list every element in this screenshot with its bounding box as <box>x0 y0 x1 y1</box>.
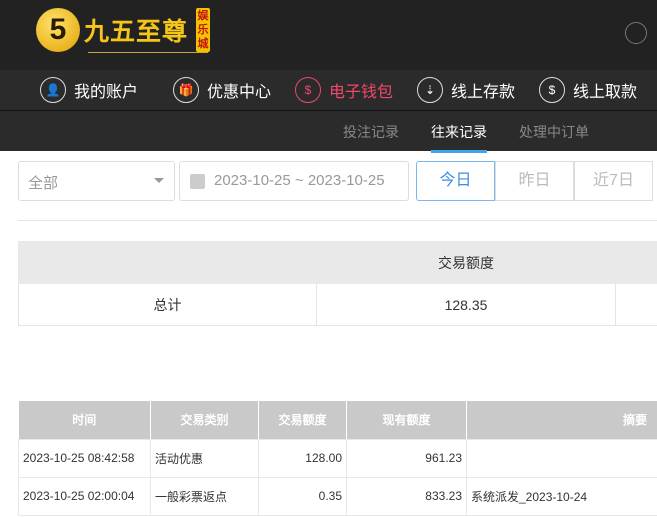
logo-name: 九五至尊 <box>84 18 189 46</box>
date-range-input[interactable]: 2023-10-25 ~ 2023-10-25 <box>179 161 409 201</box>
cell-balance: 833.23 <box>346 476 467 516</box>
summary-header: 交易额度 <box>316 241 616 284</box>
cell-type: 一般彩票返点 <box>150 476 259 516</box>
nav-label: 线上存款 <box>451 84 516 101</box>
calendar-icon <box>190 174 205 189</box>
yesterday-button[interactable]: 昨日 <box>495 161 574 201</box>
header-bar: 5 九五至尊 娱乐城 <box>0 0 657 70</box>
cell-amount: 128.00 <box>258 438 347 478</box>
summary-value: 128.35 <box>316 283 616 326</box>
main-nav: 👤 我的账户 🎁 优惠中心 $ 电子钱包 ⇣ 线上存款 $ 线上取款 <box>0 70 657 111</box>
table-row: 2023-10-25 02:00:04 一般彩票返点 0.35 833.23 系… <box>18 476 657 516</box>
nav-my-account[interactable]: 👤 我的账户 <box>40 77 138 103</box>
chevron-down-icon <box>154 178 164 188</box>
user-icon: 👤 <box>40 77 66 103</box>
gift-icon: 🎁 <box>173 77 199 103</box>
cell-summary: 系统派发_2023-10-24 <box>466 476 657 516</box>
cell-type: 活动优惠 <box>150 438 259 478</box>
user-avatar-icon[interactable] <box>625 22 647 44</box>
logo-mark: 5 <box>36 8 80 52</box>
cell-balance: 961.23 <box>346 438 467 478</box>
nav-promotions[interactable]: 🎁 优惠中心 <box>173 77 271 103</box>
divider <box>18 220 657 221</box>
nav-label: 电子钱包 <box>329 84 394 101</box>
withdraw-icon: $ <box>539 77 565 103</box>
cell-summary <box>466 438 657 478</box>
logo-badge: 娱乐城 <box>196 8 211 52</box>
summary-label: 总计 <box>18 283 317 326</box>
transactions-table: 时间 交易类别 交易额度 现有额度 摘要 2023-10-25 08:42:58… <box>18 401 657 516</box>
cell-time: 2023-10-25 02:00:04 <box>18 476 151 516</box>
cell-time: 2023-10-25 08:42:58 <box>18 438 151 478</box>
logo-ornament <box>88 52 208 53</box>
column-header: 交易类别 <box>150 401 259 439</box>
nav-wallet[interactable]: $ 电子钱包 <box>295 77 393 103</box>
table-row: 2023-10-25 08:42:58 活动优惠 128.00 961.23 <box>18 438 657 478</box>
tab-transactions[interactable]: 往来记录 <box>431 122 487 153</box>
wallet-icon: $ <box>295 77 321 103</box>
tab-bet-records[interactable]: 投注记录 <box>343 122 399 142</box>
logo[interactable]: 5 九五至尊 娱乐城 <box>36 8 211 52</box>
deposit-icon: ⇣ <box>417 77 443 103</box>
summary-table: 交易额度 总计 128.35 <box>18 241 657 326</box>
nav-deposit[interactable]: ⇣ 线上存款 <box>417 77 515 103</box>
column-header: 时间 <box>18 401 151 439</box>
sub-tabs: 投注记录 往来记录 处理中订单 <box>0 111 657 153</box>
column-header: 交易额度 <box>258 401 347 439</box>
nav-label: 我的账户 <box>74 84 139 101</box>
nav-label: 线上取款 <box>573 84 638 101</box>
nav-label: 优惠中心 <box>207 84 272 101</box>
last-7-days-button[interactable]: 近7日 <box>574 161 653 201</box>
cell-amount: 0.35 <box>258 476 347 516</box>
column-header: 现有额度 <box>346 401 467 439</box>
today-button[interactable]: 今日 <box>416 161 495 201</box>
tab-pending-orders[interactable]: 处理中订单 <box>519 122 589 142</box>
type-select[interactable]: 全部 <box>18 161 175 201</box>
type-select-value: 全部 <box>28 175 59 192</box>
column-header: 摘要 <box>466 401 657 439</box>
nav-withdraw[interactable]: $ 线上取款 <box>539 77 637 103</box>
date-range-value: 2023-10-25 ~ 2023-10-25 <box>214 172 385 189</box>
